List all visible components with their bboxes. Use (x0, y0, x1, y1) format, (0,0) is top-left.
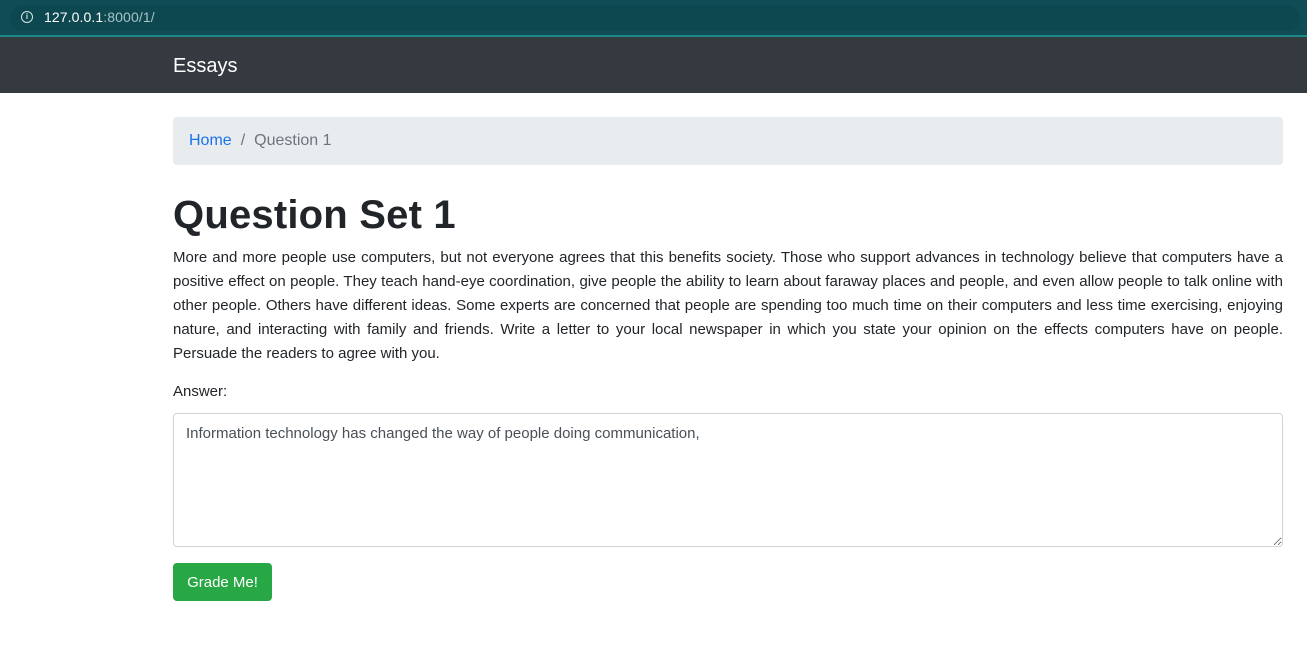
top-navbar: Essays (0, 37, 1307, 93)
breadcrumb-separator: / (240, 132, 246, 149)
essay-prompt: More and more people use computers, but … (173, 249, 1283, 362)
info-icon[interactable]: i (21, 11, 33, 23)
grade-me-button[interactable]: Grade Me! (173, 563, 272, 601)
breadcrumb-current: Question 1 (254, 132, 332, 149)
url-field[interactable] (10, 5, 1300, 31)
browser-address-bar: i 127.0.0.1:8000/1/ (0, 0, 1307, 37)
navbar-brand[interactable]: Essays (173, 55, 237, 78)
answer-textarea[interactable]: Information technology has changed the w… (173, 413, 1283, 547)
url-path: :8000/1/ (103, 9, 155, 25)
breadcrumb: Home / Question 1 (173, 117, 1283, 165)
breadcrumb-home-link[interactable]: Home (189, 132, 232, 150)
page-title: Question Set 1 (173, 193, 456, 237)
answer-label: Answer: (173, 383, 228, 400)
url-text[interactable]: 127.0.0.1:8000/1/ (44, 9, 155, 25)
url-host: 127.0.0.1 (44, 9, 104, 25)
